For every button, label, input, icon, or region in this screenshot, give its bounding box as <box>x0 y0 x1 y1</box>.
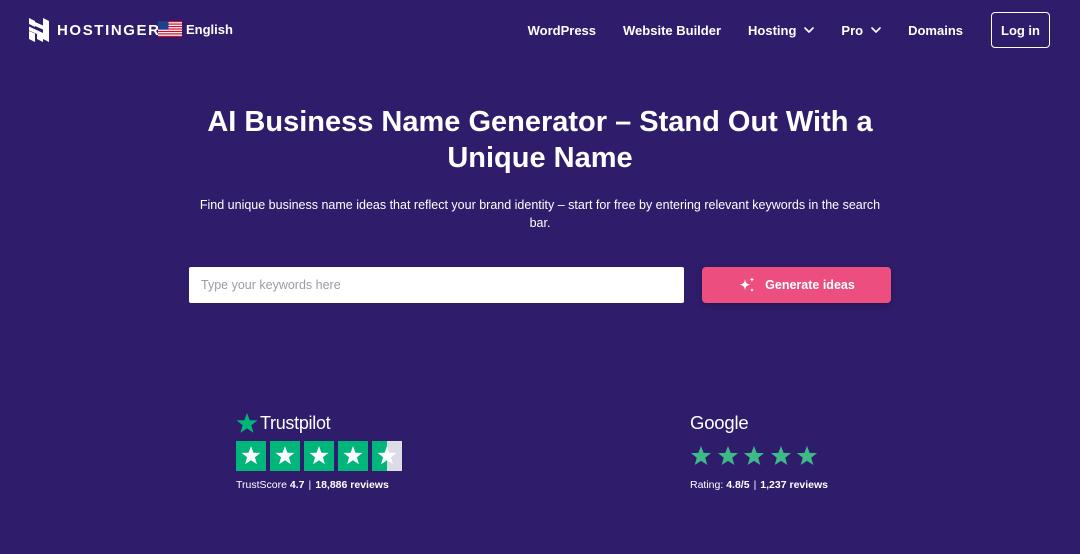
trustpilot-reviews-count: 18,886 reviews <box>315 479 389 491</box>
trustscore-label: TrustScore <box>236 479 287 491</box>
trustpilot-logo: Trustpilot <box>236 412 436 434</box>
nav-hosting[interactable]: Hosting <box>748 22 815 38</box>
star-icon <box>796 445 818 465</box>
separator: | <box>753 479 757 491</box>
page-title-line-2: Unique Name <box>447 142 633 174</box>
nav-domains-label: Domains <box>908 22 963 38</box>
star-icon <box>743 445 765 465</box>
star-icon <box>372 441 402 471</box>
main-nav: WordPress Website Builder Hosting Pro Do… <box>501 12 1050 48</box>
brand-name: HOSTINGER <box>57 21 161 39</box>
sparkle-icon <box>739 277 755 292</box>
star-icon <box>236 441 266 471</box>
nav-pro[interactable]: Pro <box>841 23 881 38</box>
trustpilot-stars <box>236 441 406 471</box>
google-stars <box>690 445 823 467</box>
chevron-down-icon <box>871 27 881 33</box>
nav-pro-label: Pro <box>841 22 864 38</box>
trustpilot-star-box <box>338 441 368 471</box>
star-icon <box>338 441 368 471</box>
page-title-line-1: AI Business Name Generator – Stand Out W… <box>207 106 873 138</box>
star-icon <box>304 441 334 471</box>
google-rating[interactable]: Google Rating: 4.8/5 | 1,237 reviews <box>690 412 890 492</box>
language-selector[interactable]: English <box>158 21 233 37</box>
header: HOSTINGER English WordPress Website Buil… <box>0 0 1080 60</box>
google-rating-label: Rating: <box>690 479 724 491</box>
nav-hosting-label: Hosting <box>748 22 797 38</box>
trustpilot-star-box <box>304 441 334 471</box>
login-button[interactable]: Log in <box>991 12 1050 48</box>
trustpilot-name: Trustpilot <box>260 412 331 433</box>
hostinger-logo[interactable]: HOSTINGER <box>29 18 161 42</box>
keywords-input[interactable] <box>189 267 684 303</box>
trustscore-value: 4.7 <box>289 479 305 491</box>
google-reviews-count: 1,237 reviews <box>760 479 829 491</box>
google-rating-value: 4.8/5 <box>726 479 750 491</box>
star-icon <box>690 445 712 465</box>
google-logo: Google <box>690 412 749 433</box>
star-icon <box>717 445 738 465</box>
trustpilot-star-icon <box>236 412 258 433</box>
page-subtitle-line-2: bar. <box>529 216 551 230</box>
nav-website-builder-label: Website Builder <box>623 22 722 38</box>
nav-domains[interactable]: Domains <box>908 23 963 38</box>
google-rating-text: Rating: 4.8/5 | 1,237 reviews <box>690 479 828 491</box>
star-icon <box>270 441 300 471</box>
language-label: English <box>186 21 233 37</box>
page-subtitle-line-1: Find unique business name ideas that ref… <box>199 198 881 212</box>
trustpilot-score: TrustScore 4.7 | 18,886 reviews <box>236 479 389 491</box>
star-icon <box>770 445 791 465</box>
generate-ideas-label: Generate ideas <box>765 278 855 292</box>
separator: | <box>308 479 312 491</box>
trustpilot-star-box <box>270 441 300 471</box>
trustpilot-star-box <box>236 441 266 471</box>
us-flag-icon <box>158 21 182 37</box>
chevron-down-icon <box>804 27 815 33</box>
trustpilot-star-box <box>372 441 402 471</box>
page-subtitle: Find unique business name ideas that ref… <box>190 196 890 232</box>
nav-website-builder[interactable]: Website Builder <box>623 23 721 38</box>
page-title: AI Business Name Generator – Stand Out W… <box>140 104 940 176</box>
nav-wordpress-label: WordPress <box>527 22 597 38</box>
trustpilot-rating[interactable]: Trustpilot TrustScore 4.7 | 18,886 reviews <box>236 412 436 492</box>
hostinger-logo-icon <box>29 18 49 42</box>
nav-wordpress[interactable]: WordPress <box>528 23 596 38</box>
generate-ideas-button[interactable]: Generate ideas <box>702 267 891 303</box>
